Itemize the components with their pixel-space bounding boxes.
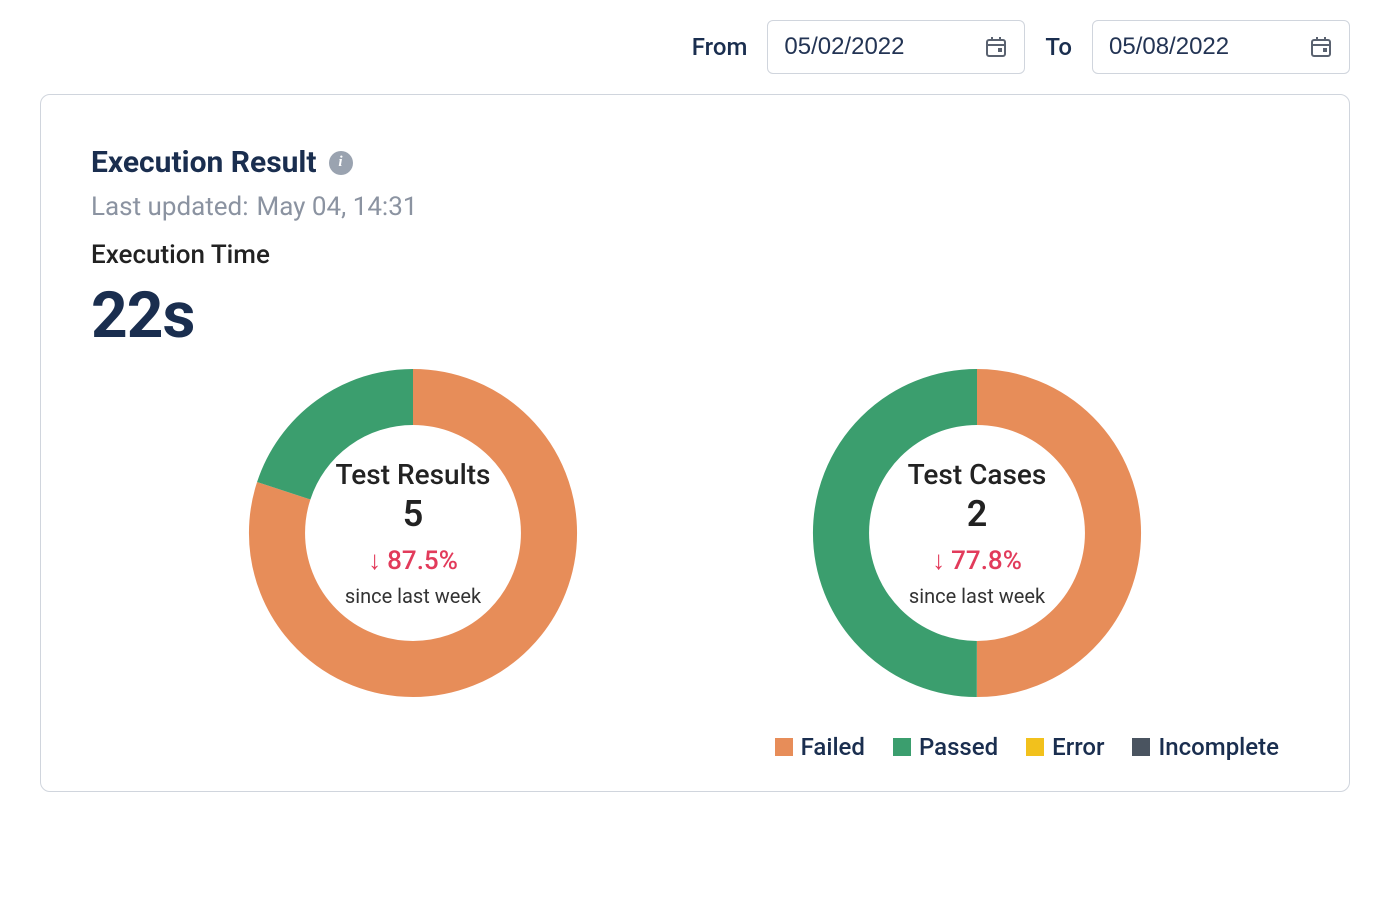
donut-count: 5 [403, 493, 424, 535]
arrow-down-icon: ↓ [932, 545, 945, 576]
calendar-icon[interactable] [984, 35, 1008, 59]
donut-count: 2 [967, 493, 988, 535]
donut-change: ↓ 87.5% [368, 545, 458, 576]
donut-test-results: Test Results 5 ↓ 87.5% since last week [243, 363, 583, 703]
donut-change-pct: 87.5% [387, 546, 458, 576]
execution-result-panel: Execution Result i Last updated: May 04,… [40, 94, 1350, 792]
legend-label: Passed [919, 733, 998, 761]
legend-label: Incomplete [1158, 733, 1279, 761]
arrow-down-icon: ↓ [368, 545, 381, 576]
donuts-row: Test Results 5 ↓ 87.5% since last week T… [91, 363, 1299, 703]
last-updated-value: May 04, 14:31 [257, 192, 418, 222]
donut-since: since last week [345, 584, 481, 608]
execution-time-value: 22s [91, 278, 1299, 353]
info-icon[interactable]: i [329, 151, 353, 175]
swatch-error [1026, 738, 1044, 756]
legend-failed: Failed [775, 733, 865, 761]
from-date-input-wrap[interactable] [767, 20, 1025, 74]
last-updated-label: Last updated: [91, 192, 249, 222]
from-label: From [692, 33, 748, 61]
donut-change-pct: 77.8% [951, 546, 1022, 576]
panel-title: Execution Result [91, 145, 317, 180]
to-date-input-wrap[interactable] [1092, 20, 1350, 74]
to-date-input[interactable] [1109, 33, 1269, 61]
execution-time-label: Execution Time [91, 240, 1299, 270]
donut-test-cases: Test Cases 2 ↓ 77.8% since last week [807, 363, 1147, 703]
legend-label: Failed [801, 733, 865, 761]
legend: Failed Passed Error Incomplete [91, 733, 1299, 761]
legend-passed: Passed [893, 733, 998, 761]
date-filter: From To [40, 20, 1350, 74]
legend-error: Error [1026, 733, 1104, 761]
swatch-failed [775, 738, 793, 756]
donut-change: ↓ 77.8% [932, 545, 1022, 576]
donut-title: Test Cases [908, 458, 1047, 491]
to-label: To [1045, 33, 1072, 61]
swatch-passed [893, 738, 911, 756]
swatch-incomplete [1132, 738, 1150, 756]
legend-label: Error [1052, 733, 1104, 761]
calendar-icon[interactable] [1309, 35, 1333, 59]
donut-title: Test Results [336, 458, 491, 491]
donut-since: since last week [909, 584, 1045, 608]
legend-incomplete: Incomplete [1132, 733, 1279, 761]
from-date-input[interactable] [784, 33, 944, 61]
